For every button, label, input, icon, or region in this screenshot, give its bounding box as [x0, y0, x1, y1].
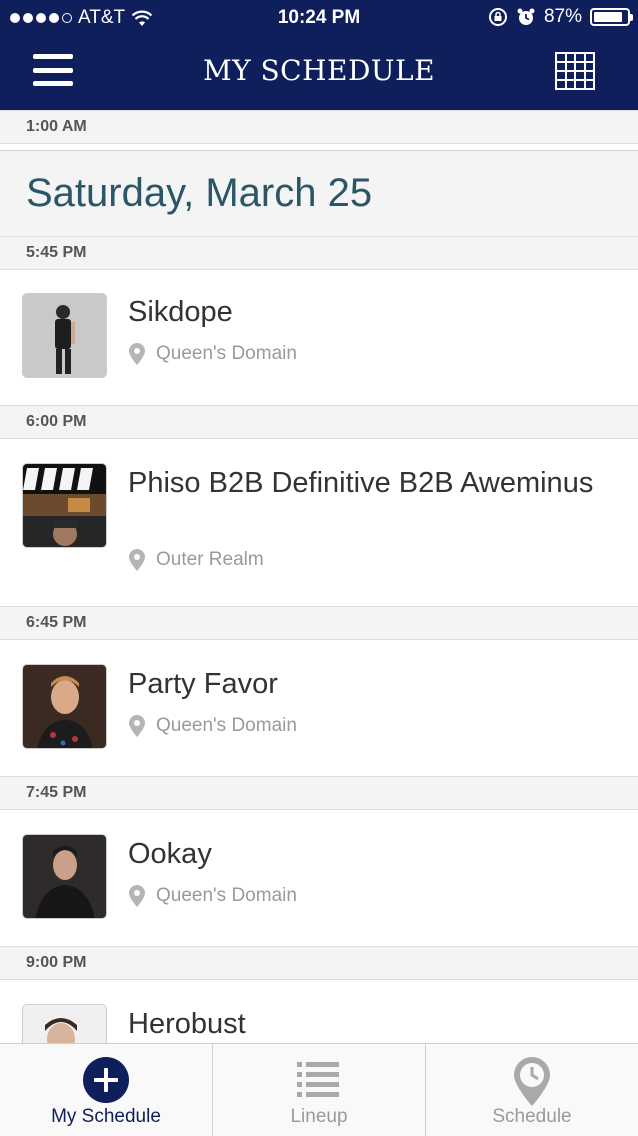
tab-label: Schedule [492, 1106, 572, 1127]
artist-photo [22, 463, 107, 548]
venue-name: Queen's Domain [156, 343, 297, 364]
tab-label: My Schedule [51, 1106, 161, 1127]
battery-icon [590, 8, 633, 26]
location-pin-icon [129, 885, 145, 907]
time-header: 9:00 PM [0, 946, 638, 980]
alarm-icon [517, 8, 535, 25]
schedule-row[interactable]: Phiso B2B Definitive B2B Aweminus Outer … [0, 439, 638, 606]
venue-name: Queen's Domain [156, 715, 297, 736]
location-pin-icon [129, 343, 145, 365]
tab-my-schedule[interactable]: My Schedule [0, 1044, 213, 1136]
rotation-lock-icon [488, 8, 507, 26]
schedule-row[interactable]: Ookay Queen's Domain [0, 810, 638, 946]
artist-name: Ookay [128, 838, 212, 870]
venue-label: Queen's Domain [128, 343, 297, 365]
time-header: 6:00 PM [0, 405, 638, 439]
artist-name: Herobust [128, 1008, 246, 1040]
time-header: 5:45 PM [0, 236, 638, 270]
tab-lineup[interactable]: Lineup [213, 1044, 426, 1136]
venue-name: Queen's Domain [156, 885, 297, 906]
artist-name: Party Favor [128, 668, 278, 700]
venue-label: Queen's Domain [128, 715, 297, 737]
tab-schedule[interactable]: Schedule [426, 1044, 638, 1136]
tab-label: Lineup [290, 1106, 348, 1127]
artist-name: Sikdope [128, 296, 233, 328]
time-header: 7:45 PM [0, 776, 638, 810]
grid-view-icon[interactable] [555, 52, 595, 90]
date-heading: Saturday, March 25 [0, 150, 638, 237]
clock-pin-icon [514, 1057, 550, 1106]
artist-photo [22, 664, 107, 749]
artist-photo [22, 293, 107, 378]
location-pin-icon [129, 549, 145, 571]
time-header-top: 1:00 AM [0, 110, 638, 144]
artist-name: Phiso B2B Definitive B2B Aweminus [128, 467, 594, 499]
location-pin-icon [129, 715, 145, 737]
schedule-row[interactable]: Sikdope Queen's Domain [0, 270, 638, 405]
list-icon [297, 1062, 339, 1097]
battery-percent: 87% [543, 6, 582, 27]
app-header: AT&T 10:24 PM 87% MY SCHEDULE [0, 0, 638, 110]
schedule-row[interactable]: Herobust [0, 980, 638, 1043]
add-circle-icon [83, 1057, 129, 1103]
time-header: 6:45 PM [0, 606, 638, 640]
tab-bar: My Schedule Lineup Schedule [0, 1043, 638, 1136]
artist-photo [22, 1004, 107, 1043]
venue-label: Outer Realm [128, 549, 264, 571]
artist-photo [22, 834, 107, 919]
status-bar: AT&T 10:24 PM 87% [0, 0, 638, 36]
venue-label: Queen's Domain [128, 885, 297, 907]
venue-name: Outer Realm [156, 549, 264, 570]
page-title: MY SCHEDULE [202, 54, 436, 87]
schedule-row[interactable]: Party Favor Queen's Domain [0, 640, 638, 776]
status-right: 87% [488, 6, 633, 28]
